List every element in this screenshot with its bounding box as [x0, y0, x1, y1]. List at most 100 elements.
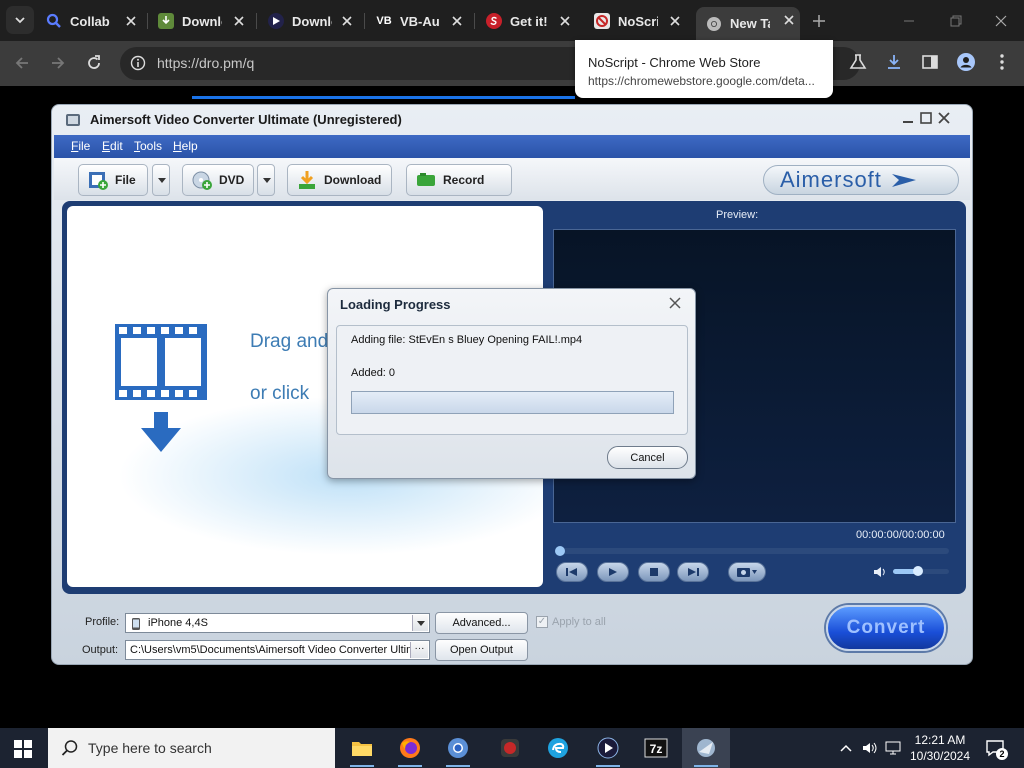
convert-button[interactable]: Convert: [826, 605, 946, 651]
close-icon[interactable]: [668, 14, 682, 28]
video-app-taskbar-button[interactable]: [584, 728, 632, 768]
close-icon[interactable]: [232, 14, 246, 28]
app-close-icon[interactable]: [937, 111, 951, 125]
network-icon[interactable]: [884, 739, 902, 757]
dialog-close-icon[interactable]: [669, 297, 681, 309]
taskbar-clock[interactable]: 12:21 AM 10/30/2024: [908, 732, 972, 764]
tab-search-button[interactable]: [6, 6, 34, 34]
output-label: Output:: [82, 644, 119, 656]
previous-button[interactable]: [556, 562, 588, 582]
menu-edit[interactable]: Edit: [102, 139, 123, 153]
edge-taskbar-button[interactable]: [534, 728, 582, 768]
download-button[interactable]: Download: [287, 164, 392, 196]
film-add-icon: [89, 172, 108, 190]
snapshot-button[interactable]: [728, 562, 766, 582]
close-icon[interactable]: [124, 14, 138, 28]
download-favicon-icon: [158, 13, 174, 29]
windows-start-icon[interactable]: [14, 740, 32, 758]
chevron-up-icon[interactable]: [839, 741, 853, 755]
add-file-button[interactable]: File: [78, 164, 148, 196]
minimize-icon[interactable]: [900, 12, 918, 30]
firefox-taskbar-button[interactable]: [386, 728, 434, 768]
tab-title: NoScri: [618, 13, 658, 29]
close-icon[interactable]: [340, 14, 354, 28]
browser-tab-6[interactable]: NoScri: [594, 8, 686, 34]
volume-slider[interactable]: [893, 566, 949, 576]
play-icon: [609, 568, 617, 576]
tab-separator: [147, 13, 148, 29]
advanced-button[interactable]: Advanced...: [435, 612, 528, 634]
back-arrow-icon[interactable]: [12, 53, 32, 73]
page-load-progress: [192, 96, 575, 99]
next-button[interactable]: [677, 562, 709, 582]
new-tab-plus-icon[interactable]: [810, 12, 828, 30]
preview-seekbar[interactable]: [555, 546, 949, 556]
close-icon[interactable]: [558, 14, 572, 28]
app-icon: [66, 114, 80, 126]
clock-time: 12:21 AM: [914, 733, 966, 747]
file-dropdown-arrow[interactable]: [152, 164, 170, 196]
download-icon[interactable]: [884, 52, 904, 72]
browser-tab-3[interactable]: Downlo: [268, 8, 358, 34]
menu-file[interactable]: File: [71, 139, 90, 153]
volume-icon[interactable]: [873, 565, 887, 579]
more-menu-icon[interactable]: [992, 52, 1012, 72]
red-app-icon: [501, 739, 519, 757]
browse-output-button[interactable]: ···: [410, 642, 428, 658]
browser-tab-7-active[interactable]: New Ta: [696, 7, 800, 40]
profile-select[interactable]: iPhone 4,4S: [125, 613, 430, 633]
site-info-icon[interactable]: [130, 55, 146, 71]
file-explorer-taskbar-button[interactable]: [338, 728, 386, 768]
chrome-favicon-icon: [706, 16, 722, 32]
forward-arrow-icon[interactable]: [48, 53, 68, 73]
load-dvd-button[interactable]: DVD: [182, 164, 254, 196]
menu-tools[interactable]: Tools: [134, 139, 162, 153]
media-app-taskbar-button[interactable]: [486, 728, 534, 768]
output-path-value: C:\Users\vm5\Documents\Aimersoft Video C…: [130, 644, 410, 656]
browser-tab-5[interactable]: Get it!: [486, 8, 576, 34]
cancel-button[interactable]: Cancel: [607, 446, 688, 469]
apply-to-all-checkbox[interactable]: ✓ Apply to all: [536, 616, 606, 628]
film-strip-drop-icon: [115, 324, 207, 452]
aimersoft-taskbar-button[interactable]: [682, 728, 730, 768]
close-icon[interactable]: [450, 14, 464, 28]
seek-knob[interactable]: [555, 546, 565, 556]
record-button[interactable]: Record: [406, 164, 512, 196]
menu-help[interactable]: Help: [173, 139, 198, 153]
aimersoft-app-icon: [697, 739, 715, 757]
browser-tab-4[interactable]: VB VB-Au: [376, 8, 468, 34]
notification-count: 2: [996, 748, 1008, 760]
close-window-icon[interactable]: [992, 12, 1010, 30]
close-icon[interactable]: [782, 13, 796, 27]
drop-hint-line1: Drag and: [250, 331, 329, 352]
app-minimize-icon[interactable]: [901, 111, 915, 125]
speaker-icon[interactable]: [861, 739, 879, 757]
dvd-dropdown-arrow[interactable]: [257, 164, 275, 196]
stop-button[interactable]: [638, 562, 670, 582]
volume-knob[interactable]: [913, 566, 924, 576]
labs-flask-icon[interactable]: [848, 52, 868, 72]
aimersoft-logo: Aimersoft: [763, 165, 959, 195]
taskbar-search-box[interactable]: Type here to search: [48, 728, 335, 768]
checkbox-box[interactable]: ✓: [536, 616, 548, 628]
open-output-button[interactable]: Open Output: [435, 639, 528, 661]
profile-avatar-icon[interactable]: [956, 52, 976, 72]
tab-title: Collab: [70, 13, 110, 29]
play-button[interactable]: [597, 562, 629, 582]
7zip-taskbar-button[interactable]: 7z: [632, 728, 680, 768]
restore-icon[interactable]: [946, 12, 964, 30]
file-button-label: File: [115, 173, 136, 187]
browser-tab-1[interactable]: Collab: [46, 8, 142, 34]
side-panel-icon[interactable]: [920, 52, 940, 72]
profile-dropdown-arrow[interactable]: [412, 615, 428, 631]
reload-icon[interactable]: [84, 53, 104, 73]
loading-progress-dialog: Loading Progress Adding file: StEvEn s B…: [327, 288, 696, 479]
app-titlebar[interactable]: Aimersoft Video Converter Ultimate (Unre…: [52, 105, 972, 135]
browser-tab-2[interactable]: Downlo: [158, 8, 250, 34]
chrome-taskbar-button[interactable]: [434, 728, 482, 768]
app-maximize-icon[interactable]: [919, 111, 933, 125]
folder-icon: [352, 742, 372, 756]
browser-toolbar: https://dro.pm/q: [0, 41, 1024, 86]
notification-center-button[interactable]: 2: [985, 738, 1008, 760]
output-path-field[interactable]: C:\Users\vm5\Documents\Aimersoft Video C…: [125, 640, 430, 660]
